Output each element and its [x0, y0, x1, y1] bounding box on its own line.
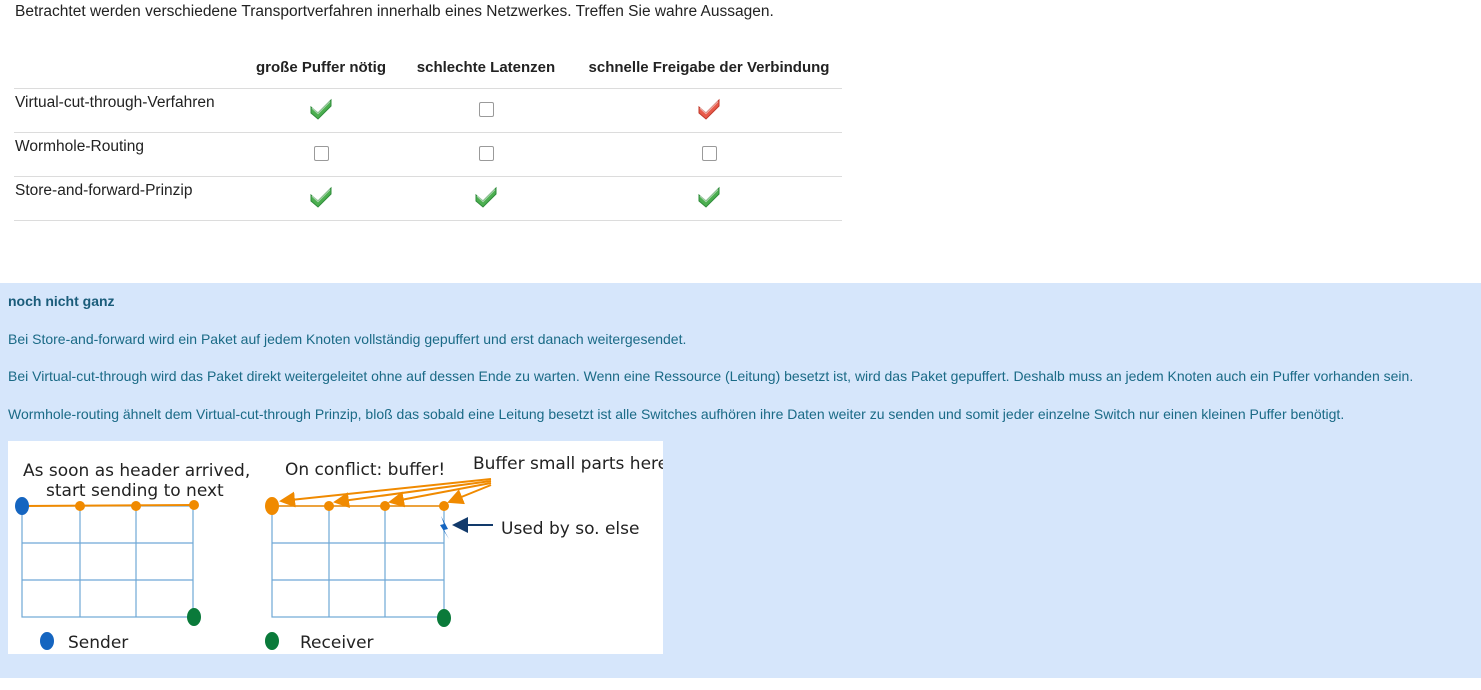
grid-header-empty [14, 46, 246, 89]
buffer-arrows [279, 478, 492, 509]
routing-diagram: As soon as header arrived, start sending… [8, 441, 668, 654]
grid-cell-freigabe [576, 176, 842, 221]
grid-cell-latenzen [396, 176, 576, 221]
label-on-conflict: On conflict: buffer! [285, 460, 445, 480]
correct-check-icon[interactable] [309, 97, 333, 121]
checkbox[interactable] [701, 145, 717, 161]
left-sender-node [15, 497, 29, 515]
column-header-freigabe: schnelle Freigabe der Verbindung [588, 58, 830, 76]
left-receiver-node [187, 608, 201, 626]
legend-receiver-icon [265, 632, 279, 650]
right-receiver-node [437, 609, 451, 627]
left-node-2 [131, 501, 141, 511]
right-node-2 [380, 501, 390, 511]
right-sender-buffer-node [265, 497, 279, 515]
row-label: Virtual-cut-through-Verfahren [14, 88, 246, 133]
grid-cell-puffer [246, 88, 396, 133]
left-node-3 [189, 500, 199, 510]
grid-row: Virtual-cut-through-Verfahren [14, 88, 842, 133]
feedback-title: noch nicht ganz [8, 293, 115, 309]
label-used-by: Used by so. else [501, 519, 639, 539]
grid-row: Store-and-forward-Prinzip [14, 176, 842, 221]
column-header-puffer: große Puffer nötig [256, 58, 386, 76]
grid-cell-puffer [246, 176, 396, 221]
right-grid [271, 505, 445, 618]
correct-check-icon[interactable] [309, 185, 333, 209]
answer-grid: große Puffer nötig schlechte Latenzen sc… [14, 46, 842, 221]
left-grid [21, 505, 194, 618]
left-path-line [21, 504, 195, 507]
grid-cell-freigabe [576, 132, 842, 177]
grid-row: Wormhole-Routing [14, 132, 842, 177]
correct-check-icon[interactable] [697, 185, 721, 209]
checkbox[interactable] [478, 145, 494, 161]
right-node-3 [439, 501, 449, 511]
feedback-line-virtual-cut-through: Bei Virtual-cut-through wird das Paket d… [8, 368, 1414, 384]
left-node-1 [75, 501, 85, 511]
legend-sender-label: Sender [68, 633, 128, 653]
routing-diagram-svg: As soon as header arrived, start sending… [15, 454, 668, 653]
feedback-panel: noch nicht ganz Bei Store-and-forward wi… [0, 283, 1481, 678]
label-start-sending: start sending to next [46, 481, 224, 501]
row-label: Store-and-forward-Prinzip [14, 176, 246, 221]
wrong-check-icon[interactable] [697, 97, 721, 121]
column-header-latenzen: schlechte Latenzen [416, 58, 556, 76]
correct-check-icon[interactable] [474, 185, 498, 209]
grid-header-row: große Puffer nötig schlechte Latenzen sc… [14, 46, 842, 89]
right-node-1 [324, 501, 334, 511]
legend-sender-icon [40, 632, 54, 650]
label-header-arrived: As soon as header arrived, [23, 461, 250, 481]
feedback-line-wormhole: Wormhole-routing ähnelt dem Virtual-cut-… [8, 406, 1345, 422]
row-label: Wormhole-Routing [14, 132, 246, 177]
checkbox[interactable] [313, 145, 329, 161]
question-text: Betrachtet werden verschiedene Transport… [15, 3, 774, 20]
feedback-line-store-and-forward: Bei Store-and-forward wird ein Paket auf… [8, 331, 687, 347]
grid-cell-freigabe [576, 88, 842, 133]
legend-receiver-label: Receiver [300, 633, 374, 653]
grid-cell-latenzen [396, 88, 576, 133]
checkbox[interactable] [478, 101, 494, 117]
label-buffer-small: Buffer small parts here [473, 454, 663, 474]
grid-cell-puffer [246, 132, 396, 177]
grid-cell-latenzen [396, 132, 576, 177]
